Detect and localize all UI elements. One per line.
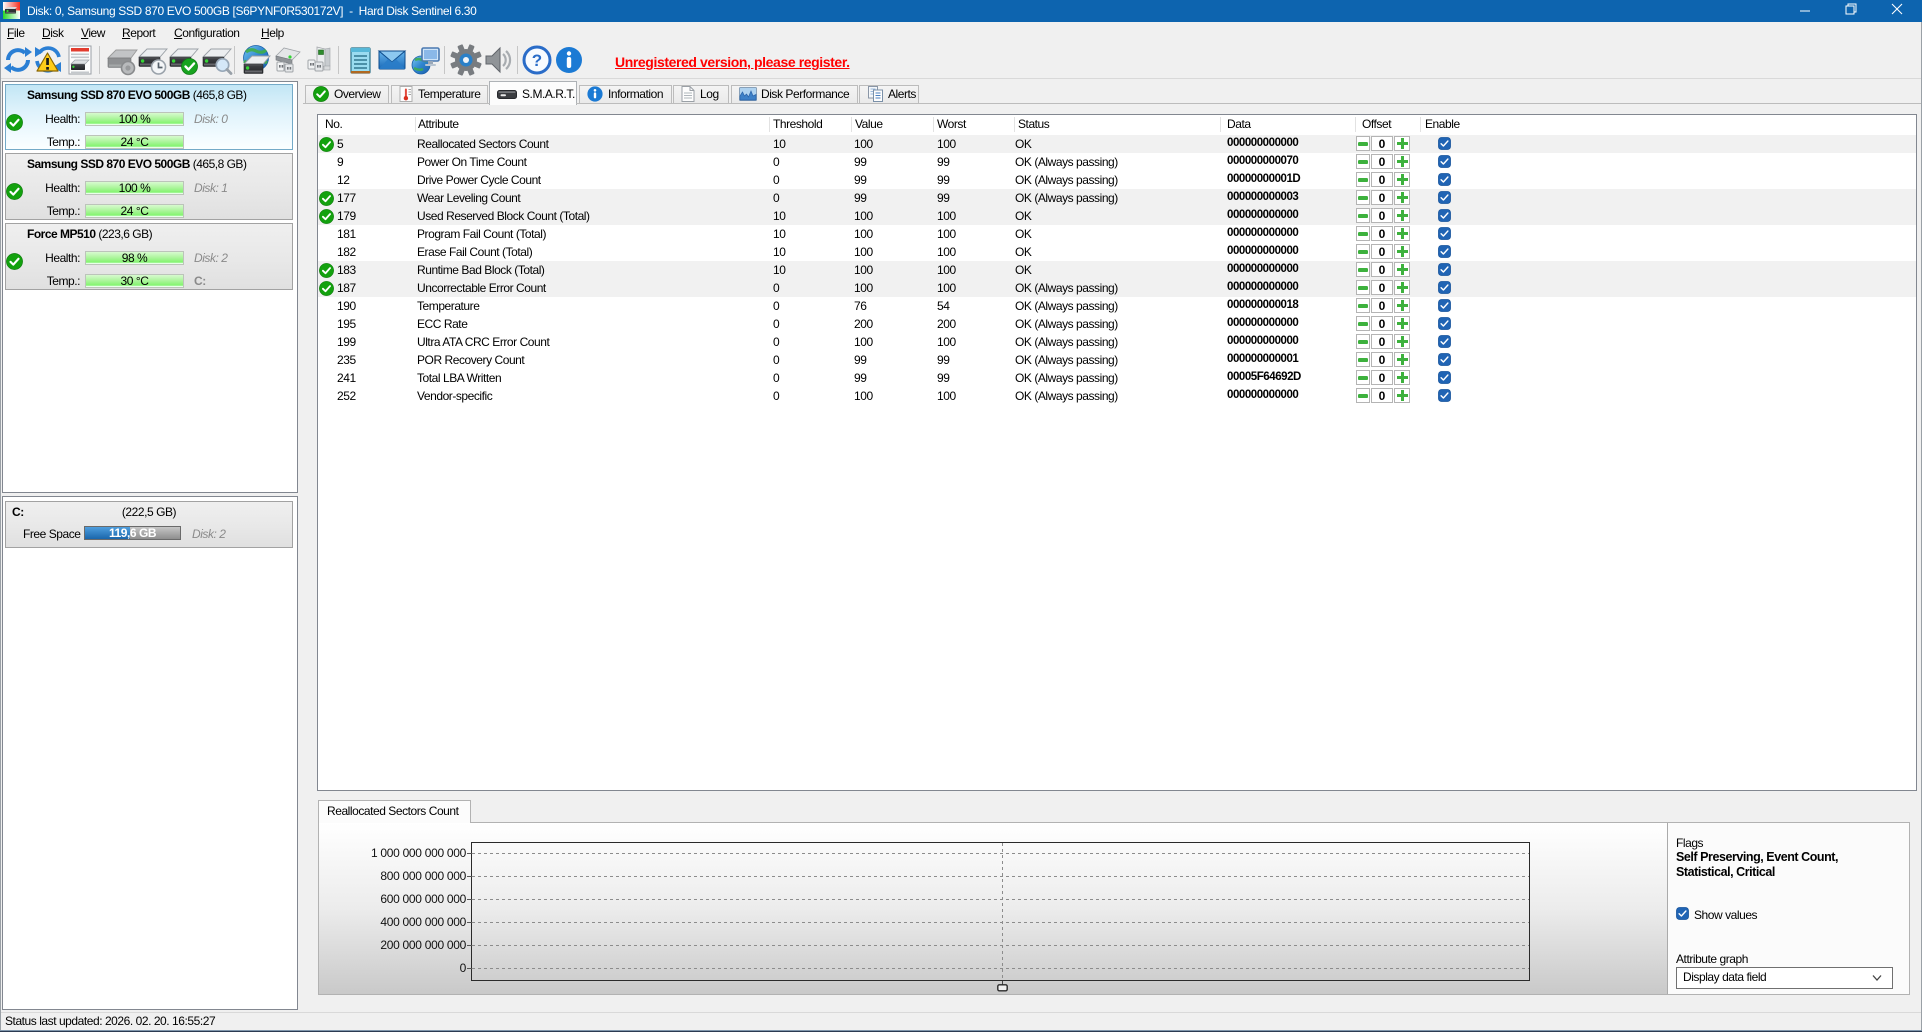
svg-text:?: ? xyxy=(532,51,542,70)
